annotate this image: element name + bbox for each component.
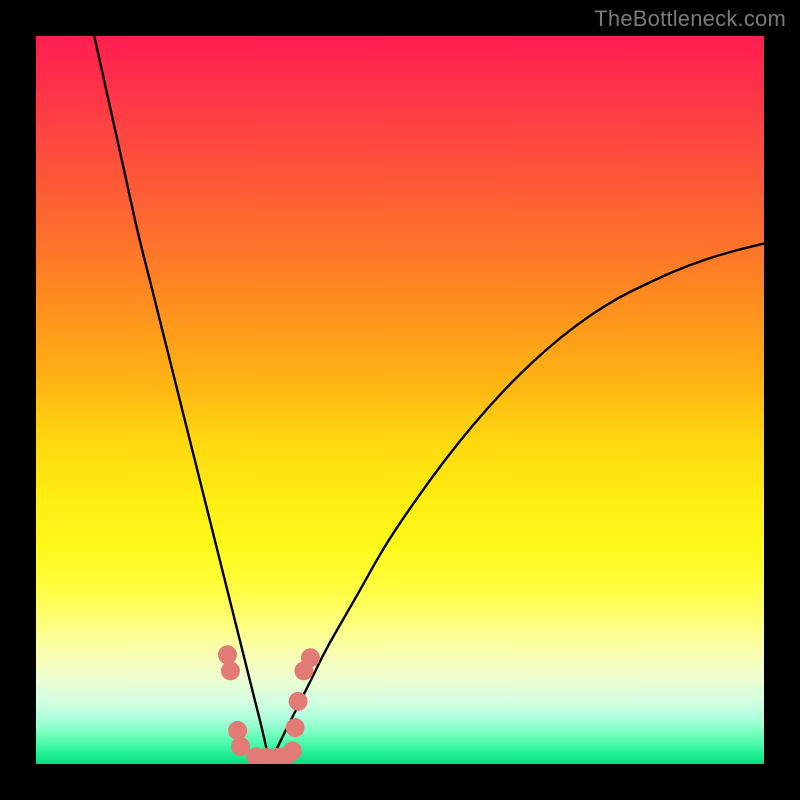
plot-area [36,36,764,764]
data-point [289,692,308,711]
data-point [301,648,320,667]
watermark-text: TheBottleneck.com [594,6,786,32]
data-point [228,721,247,740]
points-group [218,645,320,764]
data-point [283,741,302,760]
data-point [286,718,305,737]
chart-stage: TheBottleneck.com [0,0,800,800]
points-layer [36,36,764,764]
data-point [218,645,237,664]
data-point [221,661,240,680]
